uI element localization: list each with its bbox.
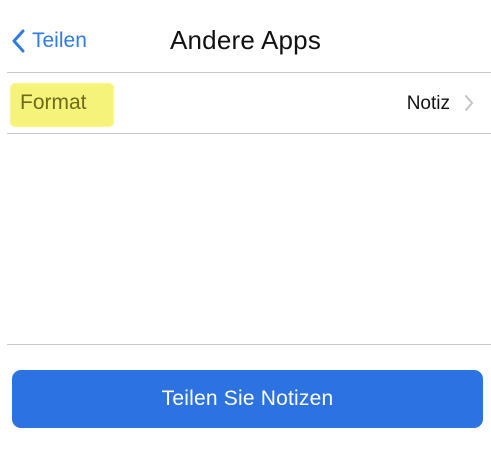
divider [7, 133, 491, 134]
divider [7, 344, 491, 345]
page-title: Andere Apps [169, 25, 322, 55]
navigation-bar: Teilen Andere Apps [0, 0, 491, 72]
share-notes-label: Teilen Sie Notizen [161, 387, 334, 410]
chevron-right-icon [464, 94, 474, 117]
format-value: Notiz [406, 93, 450, 114]
format-label: Format [20, 91, 87, 114]
format-row[interactable]: Format Notiz [7, 73, 491, 133]
share-notes-button[interactable]: Teilen Sie Notizen [12, 370, 483, 428]
